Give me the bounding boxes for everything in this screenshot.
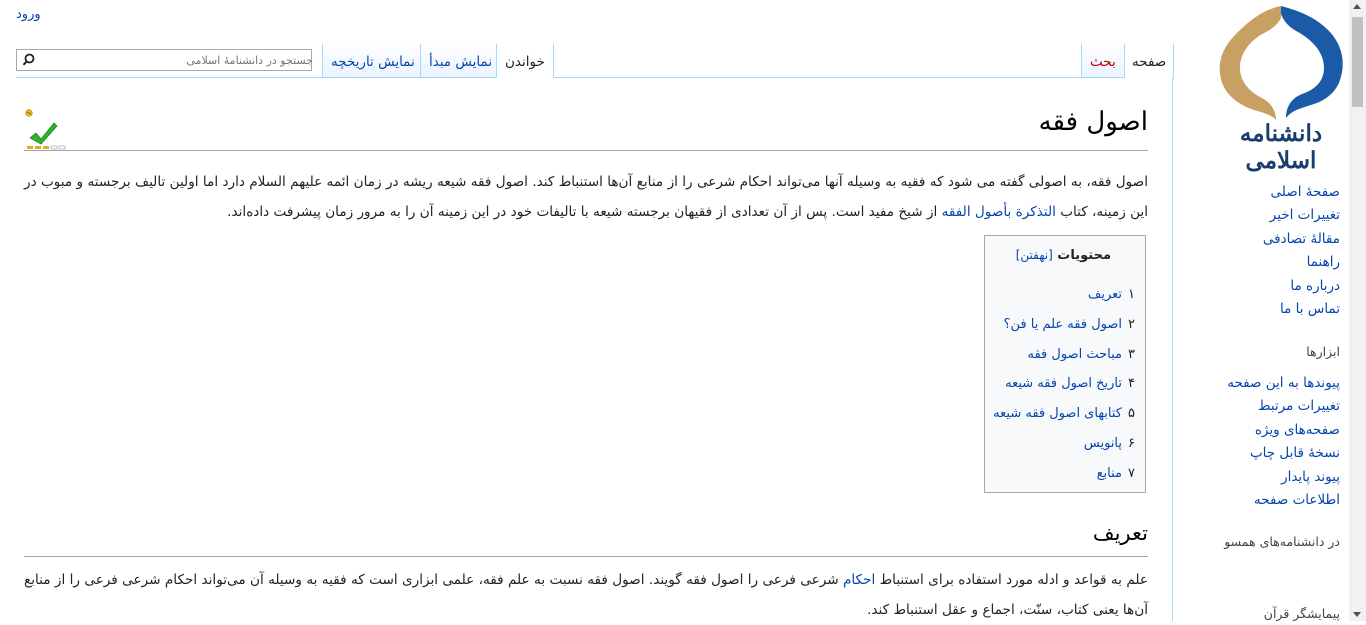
toc-item-link[interactable]: تاریخ اصول فقه شیعه [1005,376,1122,391]
section-divider [24,556,1148,557]
toc-item[interactable]: ۱ تعریف [993,280,1135,310]
search-input[interactable] [39,50,317,70]
table-of-contents: محتویات [نهفتن] ۱ تعریف ۲ اصول فقه علم یا … [984,235,1146,493]
vertical-scrollbar[interactable] [1349,0,1366,621]
site-logo[interactable]: دانشنامه اسلامی [1206,2,1356,174]
toc-title: محتویات [1057,248,1111,263]
sidebar-item-help[interactable]: راهنما [1307,254,1340,270]
toc-item[interactable]: ۵ کتابهای اصول فقه شیعه [993,399,1135,429]
toc-item-number: ۴ [1128,376,1135,392]
intro-paragraph: اصول فقه، به اصولی گفته می شود که فقیه ب… [24,168,1148,227]
definition-text-start: علم به قواعد و ادله مورد استفاده برای اس… [875,572,1149,588]
tab-history-label[interactable]: نمایش تاریخچه [331,54,415,70]
sidebar-item-permanent-link[interactable]: پیوند پایدار [1281,469,1340,485]
sidebar-tools-heading[interactable]: ابزارها [1306,344,1340,359]
toc-item-link[interactable]: پانویس [1084,436,1122,451]
login-link[interactable]: ورود [16,7,41,22]
definition-paragraph: علم به قواعد و ادله مورد استفاده برای اس… [24,566,1148,625]
toc-item-number: ۶ [1128,435,1135,451]
section-heading-definition: تعریف [1092,521,1148,545]
tab-talk[interactable]: بحث [1081,44,1124,77]
sidebar-item-random-article[interactable]: مقالهٔ تصادفی [1263,231,1340,247]
tab-read[interactable]: خواندن [496,44,554,79]
sidebar-nav-main: صفحهٔ اصلی تغییرات اخیر مقالهٔ تصادفی را… [1263,181,1340,321]
intro-link-tadhkira[interactable]: التذکرة بأصول الفقه [942,204,1056,220]
toc-item[interactable]: ۴ تاریخ اصول فقه شیعه [993,369,1135,399]
tab-page-label[interactable]: صفحه [1132,54,1166,70]
sidebar-item-contact[interactable]: تماس با ما [1280,301,1340,317]
toc-toggle-link[interactable]: [نهفتن] [1016,248,1053,262]
sidebar-quran-heading[interactable]: پیمایشگر قرآن [1264,606,1340,621]
toc-item-link[interactable]: تعریف [1088,287,1122,302]
toc-item-link[interactable]: مباحث اصول فقه [1028,347,1123,362]
title-divider [24,150,1148,151]
toc-list: ۱ تعریف ۲ اصول فقه علم یا فن؟ ۳ مباحث اصول … [993,280,1135,489]
sidebar-border [1172,78,1173,621]
toc-item-link[interactable]: کتابهای اصول فقه شیعه [993,406,1122,421]
tab-read-label[interactable]: خواندن [505,54,545,70]
sidebar-item-special-pages[interactable]: صفحه‌های ویژه [1255,422,1340,438]
scrollbar-thumb[interactable] [1352,17,1363,107]
toc-item-link[interactable]: اصول فقه علم یا فن؟ [1004,317,1122,332]
sidebar-nav-tools: پیوندها به این صفحه تغییرات مرتبط صفحه‌ه… [1227,372,1340,512]
sidebar-item-recent-changes[interactable]: تغییرات اخیر [1270,207,1340,223]
tab-talk-label[interactable]: بحث [1090,54,1116,70]
sidebar-item-page-info[interactable]: اطلاعات صفحه [1254,492,1340,508]
toc-item[interactable]: ۳ مباحث اصول فقه [993,340,1135,370]
toc-item-number: ۷ [1128,465,1135,481]
sidebar-item-printable[interactable]: نسخهٔ قابل چاپ [1250,445,1340,461]
sidebar-item-about[interactable]: درباره ما [1290,278,1340,294]
toc-item-number: ۱ [1128,287,1135,302]
toc-item[interactable]: ۶ پانویس [993,429,1135,459]
intro-text-end: از شیخ مفید است. پس از آن تعدادی از فقیه… [227,203,942,220]
toc-item-number: ۵ [1128,406,1135,422]
tab-view-source-label[interactable]: نمایش مبدأ [429,54,492,70]
tab-view-source[interactable]: نمایش مبدأ [420,44,501,77]
scroll-up-arrow-icon[interactable] [1353,4,1361,9]
sidebar-item-main-page[interactable]: صفحهٔ اصلی [1271,184,1340,200]
definition-link-ahkam[interactable]: احکام [843,572,875,588]
tab-history[interactable]: نمایش تاریخچه [322,44,423,77]
toc-header: محتویات [نهفتن] [1016,248,1111,263]
sidebar-item-related-changes[interactable]: تغییرات مرتبط [1258,398,1340,414]
sidebar-item-what-links-here[interactable]: پیوندها به این صفحه [1227,375,1340,391]
search-box[interactable] [16,49,317,71]
logo-text: دانشنامه اسلامی [1239,120,1323,174]
toc-item[interactable]: ۲ اصول فقه علم یا فن؟ [993,310,1135,340]
page-title: اصول فقه [1038,107,1148,137]
toc-item[interactable]: ۷ منابع [993,459,1135,489]
scroll-down-arrow-icon[interactable] [1353,612,1361,617]
quality-badge-icon [24,106,72,152]
sidebar-sister-heading[interactable]: در دانشنامه‌های همسو [1224,534,1340,549]
tab-page[interactable]: صفحه [1124,44,1175,79]
toc-item-number: ۲ [1128,316,1135,332]
toc-item-number: ۳ [1128,346,1135,362]
search-icon[interactable] [22,53,36,67]
toc-item-link[interactable]: منابع [1097,466,1122,481]
